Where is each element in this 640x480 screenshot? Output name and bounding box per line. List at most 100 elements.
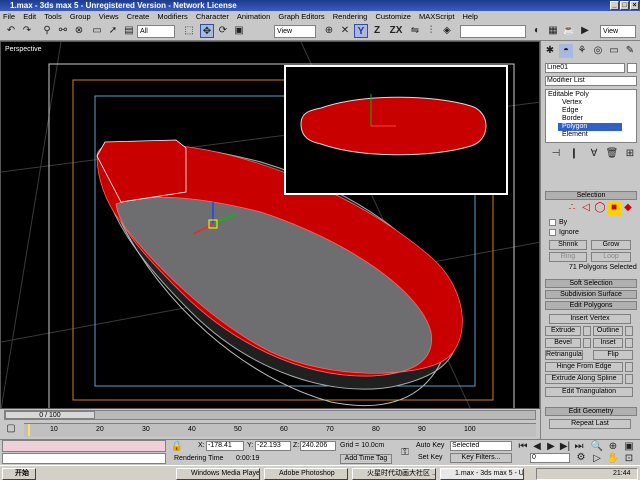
menu-character[interactable]: Character (193, 12, 232, 21)
stack-item-edge[interactable]: Edge (562, 107, 578, 115)
close-button[interactable]: × (630, 1, 639, 10)
named-selection-dropdown[interactable] (460, 25, 526, 38)
selected-dropdown[interactable]: Selected (450, 441, 512, 451)
utilities-tab-icon[interactable]: ✎ (623, 44, 637, 58)
prompt-line[interactable] (2, 453, 166, 464)
menu-modifiers[interactable]: Modifiers (154, 12, 190, 21)
inset-button[interactable]: Inset (593, 338, 623, 348)
border-mode-icon[interactable]: ◯ (593, 201, 607, 215)
menu-tools[interactable]: Tools (41, 12, 65, 21)
outline-button[interactable]: Outline (593, 326, 623, 336)
insert-vertex-button[interactable]: Insert Vertex (549, 314, 631, 324)
render-view-dropdown[interactable]: View (600, 25, 636, 38)
extrude-along-spline-button[interactable]: Extrude Along Spline (545, 374, 623, 384)
modify-tab-icon[interactable]: ◓ (559, 44, 573, 58)
prev-frame-icon[interactable]: ◀ (530, 440, 544, 454)
remove-modifier-icon[interactable]: 🗑 (605, 147, 619, 161)
current-frame-field[interactable]: 0 (530, 453, 570, 463)
menu-group[interactable]: Group (67, 12, 94, 21)
key-icon[interactable]: ⚿ (398, 446, 412, 460)
track-bar[interactable]: 10 20 30 40 50 60 70 80 90 100 (24, 423, 536, 437)
y-coord-field[interactable]: -22.193 (255, 441, 291, 451)
menu-edit[interactable]: Edit (20, 12, 39, 21)
select-scale-icon[interactable]: ▣ (232, 24, 246, 38)
set-key-button[interactable]: Set Key (418, 454, 443, 461)
mini-curve-icon[interactable]: ▢ (4, 422, 18, 436)
taskbar-item-photoshop[interactable]: Adobe Photoshop (264, 468, 348, 480)
taskbar-item-3dsmax[interactable]: 1.max - 3ds max 5 - Un... (440, 468, 524, 480)
display-tab-icon[interactable]: ▭ (607, 44, 621, 58)
menu-graph-editors[interactable]: Graph Editors (275, 12, 327, 21)
axis-z-icon[interactable]: Z (370, 24, 384, 38)
material-editor-icon[interactable]: ◐ (530, 24, 544, 38)
select-rotate-icon[interactable]: ⟳ (216, 24, 230, 38)
make-unique-icon[interactable]: ∀ (587, 147, 601, 161)
configure-sets-icon[interactable]: ⊞ (623, 147, 637, 161)
grow-button[interactable]: Grow (591, 240, 631, 250)
taskbar-item-forum[interactable]: 火星时代动画大社区 ... (352, 468, 436, 480)
menu-customize[interactable]: Customize (372, 12, 413, 21)
start-button[interactable]: 开始 (2, 468, 36, 480)
select-by-name-icon[interactable]: ▤ (122, 24, 136, 38)
clock[interactable]: 21:44 (613, 470, 631, 477)
menu-views[interactable]: Views (96, 12, 122, 21)
redo-icon[interactable]: ↷ (20, 24, 34, 38)
stack-item-vertex[interactable]: Vertex (562, 99, 582, 107)
menu-animation[interactable]: Animation (234, 12, 273, 21)
inset-settings-button[interactable] (625, 338, 633, 348)
min-max-toggle-icon[interactable]: ⊡ (622, 452, 636, 466)
by-vertex-checkbox[interactable] (549, 219, 556, 226)
stack-item-border[interactable]: Border (562, 115, 583, 123)
menu-help[interactable]: Help (460, 12, 481, 21)
object-name-field[interactable]: Line01 (545, 63, 625, 73)
vertex-mode-icon[interactable]: ∴ (565, 201, 579, 215)
key-filters-button[interactable]: Key Filters... (450, 453, 512, 463)
mirror-icon[interactable]: ⇋ (408, 24, 422, 38)
selection-filter-dropdown[interactable]: All (137, 25, 175, 38)
stack-item-polygon[interactable]: Polygon (558, 123, 622, 131)
hierarchy-tab-icon[interactable]: ⚘ (575, 44, 589, 58)
extrude-button[interactable]: Extrude (545, 326, 581, 336)
stack-item-element[interactable]: Element (562, 131, 588, 139)
taskbar-item-media-player[interactable]: Windows Media Player (176, 468, 260, 480)
pin-stack-icon[interactable]: ⊣ (549, 147, 563, 161)
render-type-icon[interactable]: ▶ (578, 24, 592, 38)
bevel-button[interactable]: Bevel (545, 338, 581, 348)
pivot-center-icon[interactable]: ⊕ (322, 24, 336, 38)
layer-icon[interactable]: ◈ (440, 24, 454, 38)
lock-selection-icon[interactable]: 🔒 (170, 440, 184, 454)
stack-item-editable-poly[interactable]: Editable Poly (548, 91, 589, 99)
auto-key-button[interactable]: Auto Key (416, 442, 444, 449)
link-icon[interactable]: ⚲ (40, 24, 54, 38)
soft-selection-rollout-header[interactable]: Soft Selection (545, 279, 637, 288)
outline-settings-button[interactable] (625, 326, 633, 336)
ring-button[interactable]: Ring (549, 252, 587, 262)
motion-tab-icon[interactable]: ◎ (591, 44, 605, 58)
axis-y-icon[interactable]: Y (354, 24, 368, 38)
subdivision-surface-rollout-header[interactable]: Subdivision Surface (545, 290, 637, 299)
minimize-button[interactable]: _ (610, 1, 619, 10)
selection-rollout-header[interactable]: Selection (545, 191, 637, 200)
select-move-icon[interactable]: ✥ (200, 24, 214, 38)
edit-triangulation-button[interactable]: Edit Triangulation (545, 387, 633, 397)
select-region-icon[interactable]: ⬚ (182, 24, 196, 38)
retriangulate-button[interactable]: Retriangulate (545, 350, 583, 360)
maximize-button[interactable]: □ (620, 1, 629, 10)
play-icon[interactable]: ▶ (544, 440, 558, 454)
extrude-spline-settings-button[interactable] (625, 374, 633, 384)
hinge-settings-button[interactable] (625, 362, 633, 372)
reference-coord-dropdown[interactable]: View (274, 25, 316, 38)
ignore-backfacing-checkbox[interactable] (549, 229, 556, 236)
time-config-icon[interactable]: ⚙ (574, 451, 588, 465)
maxscript-listener[interactable] (2, 440, 166, 452)
select-object-icon[interactable]: ➚ (106, 24, 120, 38)
modifier-list-dropdown[interactable]: Modifier List (545, 76, 637, 86)
create-tab-icon[interactable]: ✱ (543, 44, 557, 58)
loop-button[interactable]: Loop (591, 252, 631, 262)
extrude-settings-button[interactable] (583, 326, 591, 336)
time-slider-thumb[interactable]: 0 / 100 (5, 411, 95, 419)
undo-icon[interactable]: ↶ (4, 24, 18, 38)
repeat-last-button[interactable]: Repeat Last (549, 419, 631, 429)
axis-zx-icon[interactable]: ZX (388, 24, 404, 38)
object-color-swatch[interactable] (627, 63, 637, 73)
